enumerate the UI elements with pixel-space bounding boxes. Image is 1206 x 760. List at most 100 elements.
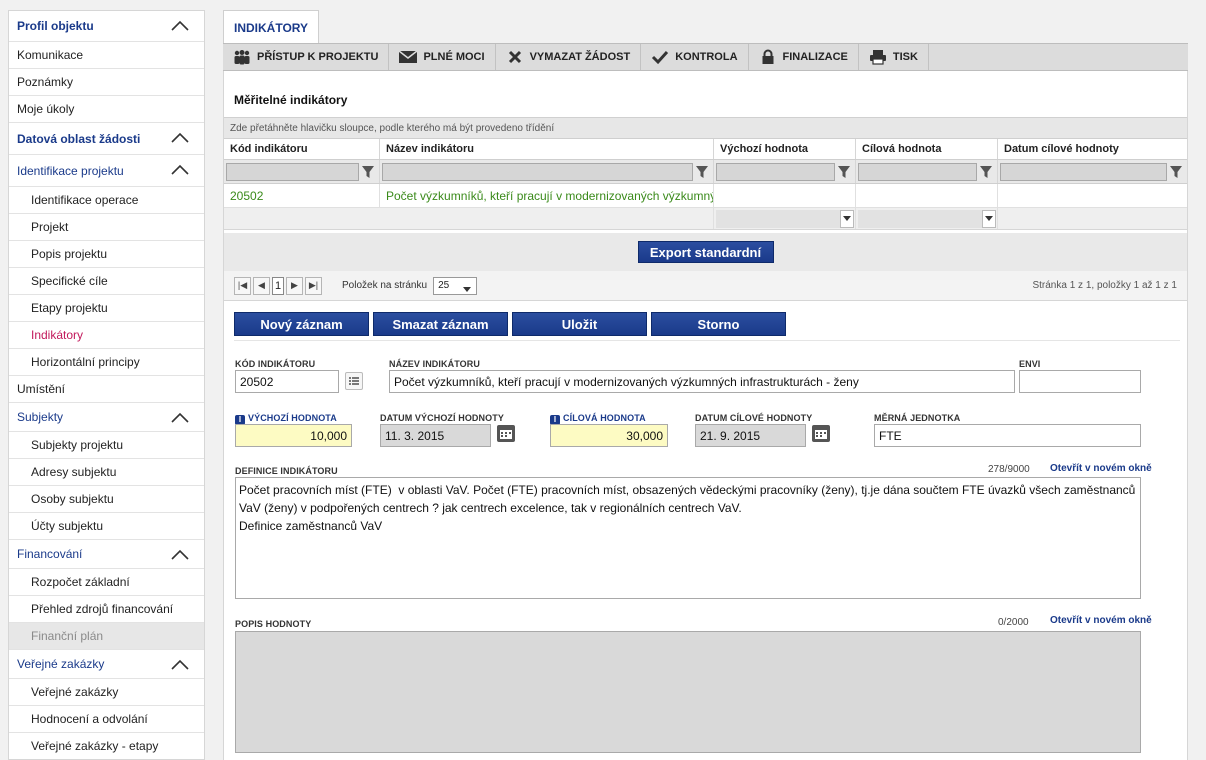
chevron-up-icon[interactable] xyxy=(170,132,190,144)
cancel-button[interactable]: Storno xyxy=(651,312,786,336)
sidebar-item-prehled-zdroju[interactable]: Přehled zdrojů financování xyxy=(9,596,204,623)
check-button[interactable]: KONTROLA xyxy=(641,44,749,70)
sidebar-item-label: Veřejné zakázky - etapy xyxy=(31,739,159,753)
sidebar-item-osoby-subjektu[interactable]: Osoby subjektu xyxy=(9,486,204,513)
print-button[interactable]: TISK xyxy=(859,44,929,70)
start-date-field[interactable]: 11. 3. 2015 xyxy=(380,424,491,447)
last-page-icon[interactable]: ▶| xyxy=(305,276,322,295)
finalize-button[interactable]: FINALIZACE xyxy=(749,44,859,70)
filter-cell xyxy=(380,160,714,183)
cell-start xyxy=(714,184,856,207)
sidebar-group-identifikace[interactable]: Identifikace projektu xyxy=(9,155,204,187)
grid-header: Kód indikátoru Název indikátoru Výchozí … xyxy=(224,138,1187,160)
sidebar-item-ucty-subjektu[interactable]: Účty subjektu xyxy=(9,513,204,540)
sidebar-item-specificke-cile[interactable]: Specifické cíle xyxy=(9,268,204,295)
sidebar-item-label: Subjekty projektu xyxy=(31,438,124,452)
table-row[interactable]: 20502 Počet výzkumníků, kteří pracují v … xyxy=(224,184,1187,208)
aggregate-dropdown[interactable] xyxy=(858,209,996,228)
filter-icon[interactable] xyxy=(835,163,853,181)
sidebar-data-section[interactable]: Datová oblast žádosti xyxy=(9,123,204,155)
definition-open-link[interactable]: Otevřít v novém okně xyxy=(1050,463,1152,474)
chevron-down-icon[interactable] xyxy=(982,209,996,228)
chevron-up-icon[interactable] xyxy=(170,659,190,671)
next-page-icon[interactable]: ▶ xyxy=(286,276,303,295)
target-date-field[interactable]: 21. 9. 2015 xyxy=(695,424,806,447)
current-page[interactable]: 1 xyxy=(272,276,284,295)
sidebar-item-adresy-subjektu[interactable]: Adresy subjektu xyxy=(9,459,204,486)
chevron-up-icon[interactable] xyxy=(170,164,190,176)
sidebar-item-ukoly[interactable]: Moje úkoly xyxy=(9,96,204,123)
access-button[interactable]: PŘÍSTUP K PROJEKTU xyxy=(223,44,390,70)
delete-request-button[interactable]: VYMAZAT ŽÁDOST xyxy=(496,44,642,70)
grid-aggregate-row xyxy=(224,208,1187,230)
filter-icon[interactable] xyxy=(977,163,995,181)
filter-input[interactable] xyxy=(716,162,835,181)
sidebar-item-rozpocet[interactable]: Rozpočet základní xyxy=(9,569,204,596)
filter-input[interactable] xyxy=(382,162,693,181)
save-button[interactable]: Uložit xyxy=(512,312,647,336)
sidebar-item-identifikace-operace[interactable]: Identifikace operace xyxy=(9,187,204,214)
definition-textarea[interactable]: Počet pracovních míst (FTE) v oblasti Va… xyxy=(235,477,1141,599)
column-header-start[interactable]: Výchozí hodnota xyxy=(714,139,856,159)
sidebar-item-poznamky[interactable]: Poznámky xyxy=(9,69,204,96)
prev-page-icon[interactable]: ◀ xyxy=(253,276,270,295)
sidebar-item-zakazky-etapy[interactable]: Veřejné zakázky - etapy xyxy=(9,733,204,759)
column-header-target[interactable]: Cílová hodnota xyxy=(856,139,998,159)
sidebar-item-komunikace[interactable]: Komunikace xyxy=(9,42,204,69)
start-value-field[interactable]: 10,000 xyxy=(235,424,352,447)
filter-icon[interactable] xyxy=(693,163,711,181)
code-field[interactable]: 20502 xyxy=(235,370,339,393)
filter-icon[interactable] xyxy=(359,163,377,181)
powers-label: PLNÉ MOCI xyxy=(423,51,485,63)
sidebar-item-hodnoceni[interactable]: Hodnocení a odvolání xyxy=(9,706,204,733)
sidebar-group-financovani[interactable]: Financování xyxy=(9,540,204,569)
lock-icon xyxy=(757,49,779,65)
envi-label: ENVI xyxy=(1019,359,1041,369)
calendar-icon[interactable] xyxy=(497,425,515,442)
sidebar-group-zakazky[interactable]: Veřejné zakázky xyxy=(9,650,204,679)
sidebar-item-umisteni[interactable]: Umístění xyxy=(9,376,204,403)
desc-textarea[interactable] xyxy=(235,631,1141,753)
chevron-down-icon[interactable] xyxy=(840,209,854,228)
chevron-up-icon[interactable] xyxy=(170,20,190,32)
new-record-button[interactable]: Nový záznam xyxy=(234,312,369,336)
sidebar-profile[interactable]: Profil objektu xyxy=(9,11,204,42)
chevron-up-icon[interactable] xyxy=(170,412,190,424)
filter-input[interactable] xyxy=(858,162,977,181)
unit-field[interactable]: FTE xyxy=(874,424,1141,447)
sidebar-group-subjekty[interactable]: Subjekty xyxy=(9,403,204,432)
form-actions: Nový záznam Smazat záznam Uložit Storno xyxy=(234,312,786,336)
sidebar-item-indikatory[interactable]: Indikátory xyxy=(9,322,204,349)
name-field[interactable]: Počet výzkumníků, kteří pracují v modern… xyxy=(389,370,1015,393)
tab-indikatory[interactable]: INDIKÁTORY xyxy=(223,10,320,44)
target-date-label: DATUM CÍLOVÉ HODNOTY xyxy=(695,413,813,423)
envi-field[interactable] xyxy=(1019,370,1141,393)
sidebar-item-horizontalni-principy[interactable]: Horizontální principy xyxy=(9,349,204,376)
desc-open-link[interactable]: Otevřít v novém okně xyxy=(1050,615,1152,626)
filter-input[interactable] xyxy=(226,162,359,181)
definition-label: DEFINICE INDIKÁTORU xyxy=(235,466,338,476)
column-header-name[interactable]: Název indikátoru xyxy=(380,139,714,159)
sidebar-item-subjekty-projektu[interactable]: Subjekty projektu xyxy=(9,432,204,459)
sidebar-item-projekt[interactable]: Projekt xyxy=(9,214,204,241)
printer-icon xyxy=(867,49,889,65)
aggregate-dropdown[interactable] xyxy=(716,209,854,228)
target-value-field[interactable]: 30,000 xyxy=(550,424,668,447)
sidebar-item-etapy[interactable]: Etapy projektu xyxy=(9,295,204,322)
delete-record-button[interactable]: Smazat záznam xyxy=(373,312,508,336)
filter-input[interactable] xyxy=(1000,162,1167,181)
calendar-icon[interactable] xyxy=(812,425,830,442)
column-header-date[interactable]: Datum cílové hodnoty xyxy=(998,139,1187,159)
column-header-code[interactable]: Kód indikátoru xyxy=(224,139,380,159)
powers-button[interactable]: PLNÉ MOCI xyxy=(389,44,496,70)
per-page-select[interactable]: 25 xyxy=(433,276,478,295)
first-page-icon[interactable]: |◀ xyxy=(234,276,251,295)
filter-icon[interactable] xyxy=(1167,163,1185,181)
sidebar-item-label: Veřejné zakázky xyxy=(31,685,119,699)
sidebar-item-popis-projektu[interactable]: Popis projektu xyxy=(9,241,204,268)
chevron-up-icon[interactable] xyxy=(170,549,190,561)
list-icon[interactable] xyxy=(345,372,363,390)
chevron-down-icon xyxy=(463,284,472,295)
export-button[interactable]: Export standardní xyxy=(637,241,774,263)
sidebar-item-verejne-zakazky[interactable]: Veřejné zakázky xyxy=(9,679,204,706)
